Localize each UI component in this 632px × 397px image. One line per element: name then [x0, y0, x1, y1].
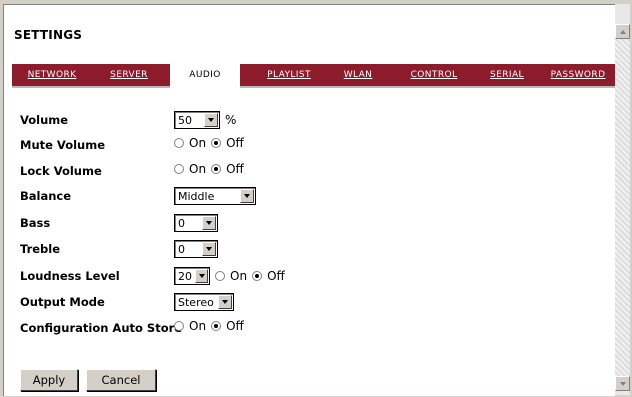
lock-on-radio[interactable]	[174, 164, 184, 174]
scroll-down-icon[interactable]	[615, 376, 630, 391]
chevron-down-icon[interactable]	[202, 216, 216, 230]
lock-off-label: Off	[226, 162, 244, 176]
tab-server[interactable]: SERVER	[98, 64, 160, 86]
volume-unit: %	[225, 113, 237, 127]
mute-off-label: Off	[226, 136, 244, 150]
chevron-down-icon[interactable]	[204, 113, 218, 127]
mute-on-label: On	[189, 136, 207, 150]
tab-audio[interactable]: AUDIO	[170, 64, 240, 88]
lock-label: Lock Volume	[20, 164, 102, 178]
form-buttons: Apply Cancel	[20, 369, 156, 391]
browser-frame: SETTINGS NETWORK SERVER AUDIO PLAYLIST W…	[0, 0, 632, 397]
tab-password[interactable]: PASSWORD	[546, 64, 610, 86]
volume-value: 50	[178, 113, 192, 127]
lock-on-label: On	[189, 162, 207, 176]
tab-serial[interactable]: SERIAL	[482, 64, 532, 86]
loudness-value: 20	[178, 269, 192, 283]
tab-playlist[interactable]: PLAYLIST	[256, 64, 322, 86]
output-value: Stereo	[178, 295, 214, 309]
tab-wlan[interactable]: WLAN	[334, 64, 382, 86]
loudness-select[interactable]: 20	[174, 267, 210, 285]
chevron-down-icon[interactable]	[195, 269, 208, 283]
loudness-on-label: On	[230, 269, 248, 283]
page-title: SETTINGS	[14, 28, 83, 42]
balance-label: Balance	[20, 189, 72, 203]
tab-network[interactable]: NETWORK	[22, 64, 82, 86]
balance-select[interactable]: Middle	[174, 187, 256, 205]
bass-label: Bass	[20, 216, 51, 230]
cancel-button[interactable]: Cancel	[86, 369, 156, 391]
tab-control[interactable]: CONTROL	[402, 64, 466, 86]
loudness-on-radio[interactable]	[215, 271, 225, 281]
loudness-off-label: Off	[267, 269, 285, 283]
lock-off-radio[interactable]	[211, 164, 222, 174]
chevron-down-icon[interactable]	[202, 242, 216, 256]
bass-value: 0	[178, 216, 185, 230]
apply-button[interactable]: Apply	[20, 369, 78, 391]
autostore-on-radio[interactable]	[174, 321, 184, 331]
loudness-off-radio[interactable]	[252, 271, 263, 281]
treble-value: 0	[178, 242, 185, 256]
volume-label: Volume	[20, 113, 69, 127]
mute-off-radio[interactable]	[211, 138, 222, 148]
autostore-on-label: On	[189, 319, 207, 333]
chevron-down-icon[interactable]	[218, 295, 232, 309]
mute-on-radio[interactable]	[174, 138, 184, 148]
loudness-label: Loudness Level	[20, 269, 120, 283]
tab-bar: NETWORK SERVER AUDIO PLAYLIST WLAN CONTR…	[12, 64, 616, 88]
balance-value: Middle	[178, 189, 215, 203]
chevron-down-icon[interactable]	[240, 189, 254, 203]
bass-select[interactable]: 0	[174, 214, 218, 232]
scroll-track[interactable]	[615, 39, 630, 376]
autostore-label: Configuration Auto Store	[20, 321, 183, 335]
autostore-off-radio[interactable]	[211, 321, 222, 331]
scroll-up-icon[interactable]	[615, 24, 630, 39]
volume-select[interactable]: 50	[174, 111, 220, 129]
output-label: Output Mode	[20, 295, 105, 309]
vertical-scrollbar[interactable]	[615, 4, 630, 395]
treble-label: Treble	[20, 242, 61, 256]
mute-label: Mute Volume	[20, 138, 106, 152]
autostore-off-label: Off	[226, 319, 244, 333]
settings-page: SETTINGS NETWORK SERVER AUDIO PLAYLIST W…	[3, 4, 616, 396]
output-select[interactable]: Stereo	[174, 293, 234, 311]
treble-select[interactable]: 0	[174, 240, 218, 258]
